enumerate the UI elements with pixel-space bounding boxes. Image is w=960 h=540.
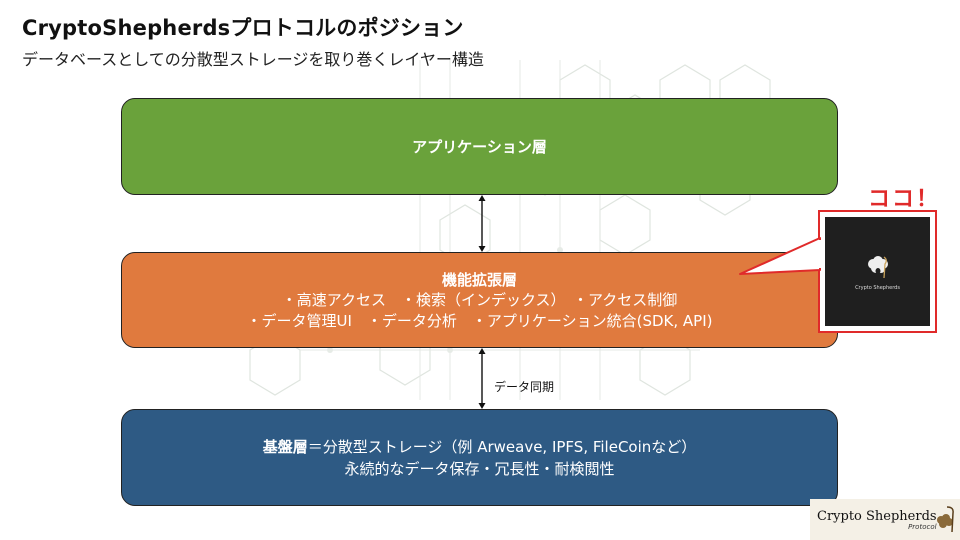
sheep-logo-icon xyxy=(867,256,888,279)
callout-bubble xyxy=(739,210,937,333)
brand-name: Crypto Shepherds xyxy=(817,508,937,524)
logo-panel-text: Crypto Shepherds xyxy=(855,285,900,291)
crypto-shepherds-logo-panel: Crypto Shepherds xyxy=(825,217,930,326)
brand-badge: Crypto Shepherds Protocol xyxy=(810,499,960,540)
shepherd-crook-icon xyxy=(937,506,954,533)
brand-subtitle: Protocol xyxy=(908,522,937,531)
